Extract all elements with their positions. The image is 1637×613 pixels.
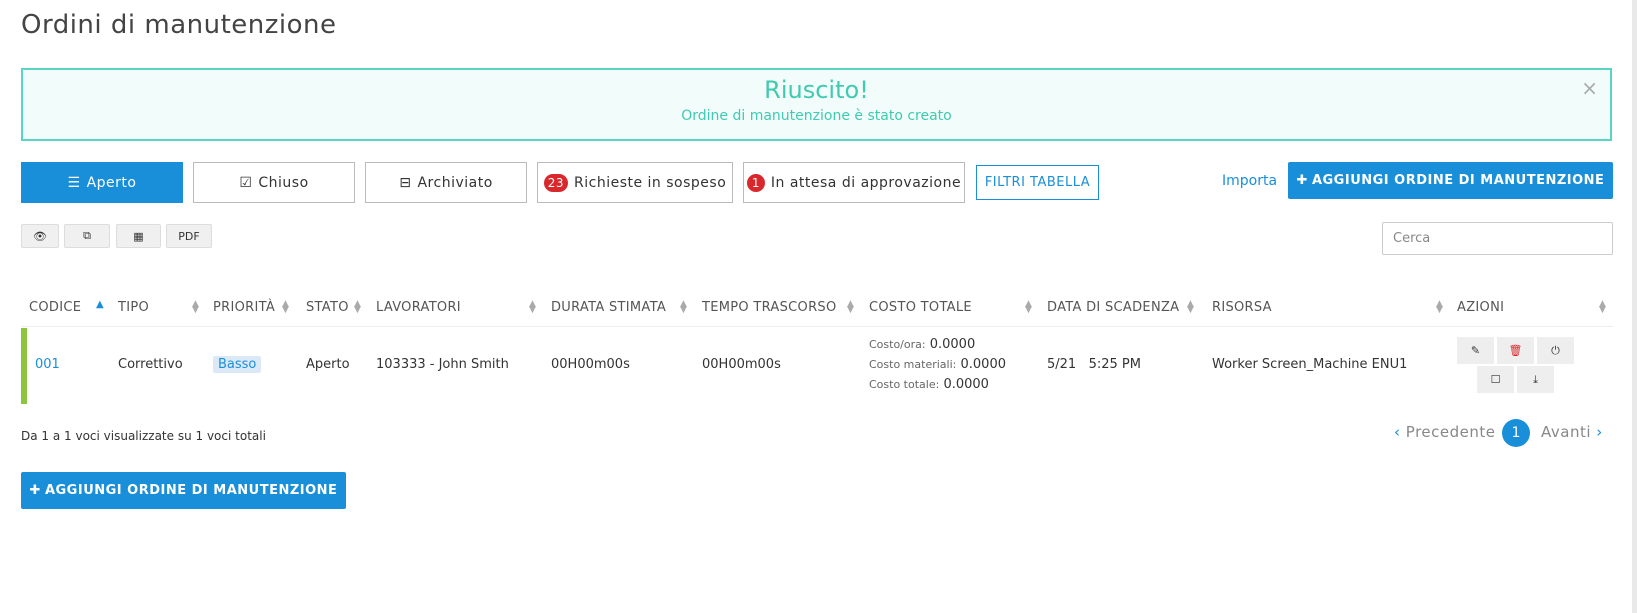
success-alert: Riuscito! Ordine di manutenzione è stato…	[21, 68, 1612, 141]
column-header-lavoratori[interactable]: LAVORATORI	[376, 300, 461, 315]
cost-value: 0.0000	[929, 337, 976, 352]
chevron-left-icon: ‹	[1394, 423, 1401, 441]
chevron-right-icon: ›	[1596, 423, 1603, 441]
tab-richieste-in-sospeso[interactable]: 23 Richieste in sospeso	[537, 162, 733, 203]
due-date: 5/21 5:25 PM	[1047, 357, 1141, 372]
priority-badge: Basso	[213, 356, 262, 373]
power-button[interactable]: ⏻	[1537, 337, 1574, 364]
column-header-stato[interactable]: STATO	[306, 300, 349, 315]
due-date-time: 5:25 PM	[1088, 357, 1141, 372]
pagination-page-current[interactable]: 1	[1502, 419, 1530, 447]
select-button[interactable]: ☐	[1477, 366, 1514, 393]
check-square-icon: ☑	[239, 174, 253, 191]
tab-label: Archiviato	[417, 174, 493, 191]
column-header-durata-stimata[interactable]: DURATA STIMATA	[551, 300, 666, 315]
tab-label: Richieste in sospeso	[574, 174, 727, 191]
plus-icon: ✚	[1296, 173, 1308, 188]
order-status: Aperto	[306, 357, 350, 372]
add-maintenance-order-button[interactable]: ✚ AGGIUNGI ORDINE DI MANUTENZIONE	[1288, 162, 1613, 199]
count-badge: 23	[543, 173, 568, 192]
button-label: AGGIUNGI ORDINE DI MANUTENZIONE	[44, 483, 338, 498]
page-title: Ordini di manutenzione	[21, 10, 337, 40]
pagination-previous[interactable]: ‹ Precedente	[1394, 423, 1495, 441]
excel-export-button[interactable]: ▦	[116, 224, 161, 248]
resource-name: Worker Screen_Machine ENU1	[1212, 357, 1408, 372]
column-header-data-di-scadenza[interactable]: DATA DI SCADENZA	[1047, 300, 1179, 315]
eye-icon: 👁	[33, 229, 47, 243]
column-header-risorsa[interactable]: RISORSA	[1212, 300, 1272, 315]
close-icon[interactable]: ×	[1581, 76, 1598, 100]
list-icon: ☰	[67, 174, 81, 191]
page-scrollbar[interactable]	[1632, 0, 1637, 613]
count-badge: 1	[746, 173, 765, 192]
sort-icon[interactable]: ▲ ▼	[847, 300, 854, 315]
column-header-costo-totale[interactable]: COSTO TOTALE	[869, 300, 972, 315]
header-divider	[21, 326, 1613, 327]
sort-icon[interactable]: ▲ ▼	[354, 300, 361, 315]
cost-per-hour: Costo/ora: 0.0000	[869, 337, 975, 352]
tab-in-attesa-di-approvazione[interactable]: 1 In attesa di approvazione	[743, 162, 965, 203]
tab-label: In attesa di approvazione	[770, 174, 962, 191]
alert-message: Ordine di manutenzione è stato creato	[681, 108, 952, 124]
download-icon: ⤓	[1533, 372, 1538, 386]
import-link[interactable]: Importa	[1222, 173, 1277, 189]
sort-icon[interactable]: ▲ ▼	[529, 300, 536, 315]
download-button[interactable]: ⤓	[1517, 366, 1554, 393]
tab-label: Aperto	[86, 174, 137, 191]
cost-total: Costo totale: 0.0000	[869, 377, 989, 392]
table-filters-button[interactable]: FILTRI TABELLA	[976, 165, 1099, 200]
tab-aperto[interactable]: ☰ Aperto	[21, 162, 183, 203]
sort-icon[interactable]: ▲ ▼	[680, 300, 687, 315]
sort-icon[interactable]: ▲ ▼	[1599, 300, 1606, 315]
pdf-export-button[interactable]: PDF	[166, 224, 212, 248]
sort-icon[interactable]: ▲ ▼	[1187, 300, 1194, 315]
order-code-link[interactable]: 001	[35, 357, 60, 372]
column-header-tipo[interactable]: TIPO	[118, 300, 149, 315]
sort-icon[interactable]: ▲ ▼	[192, 300, 199, 315]
elapsed-time: 00H00m00s	[702, 357, 781, 372]
estimated-duration: 00H00m00s	[551, 357, 630, 372]
square-icon: ☐	[1490, 373, 1501, 386]
sort-icon[interactable]: ▲ ▼	[282, 300, 289, 315]
column-visibility-button[interactable]: 👁	[21, 224, 59, 248]
row-status-accent	[21, 328, 27, 404]
table-icon: ▦	[133, 229, 144, 243]
copy-button[interactable]: ⧉	[64, 224, 110, 248]
pagination-next[interactable]: Avanti ›	[1541, 423, 1603, 441]
edit-button[interactable]: ✎	[1457, 337, 1494, 364]
next-label: Avanti	[1541, 423, 1592, 441]
trash-icon: 🗑	[1508, 344, 1523, 357]
sort-icon[interactable]: ▲ ▼	[1436, 300, 1443, 315]
tab-chiuso[interactable]: ☑ Chiuso	[193, 162, 355, 203]
plus-icon: ✚	[29, 483, 41, 498]
inbox-icon: ⊟	[399, 174, 412, 191]
cost-label: Costo/ora:	[869, 338, 926, 351]
alert-title: Riuscito!	[764, 76, 869, 104]
column-header-priorita[interactable]: PRIORITÀ	[213, 300, 275, 315]
cost-materials: Costo materiali: 0.0000	[869, 357, 1006, 372]
add-maintenance-order-button-bottom[interactable]: ✚ AGGIUNGI ORDINE DI MANUTENZIONE	[21, 472, 346, 509]
order-workers: 103333 - John Smith	[376, 357, 509, 372]
search-input[interactable]	[1382, 222, 1613, 255]
previous-label: Precedente	[1405, 423, 1496, 441]
column-header-azioni[interactable]: AZIONI	[1457, 300, 1504, 315]
cost-value: 0.0000	[960, 357, 1007, 372]
column-header-tempo-trascorso[interactable]: TEMPO TRASCORSO	[702, 300, 837, 315]
sort-ascending-icon[interactable]: ▲	[96, 299, 104, 310]
tab-label: Chiuso	[258, 174, 309, 191]
cost-label: Costo materiali:	[869, 358, 957, 371]
tab-archiviato[interactable]: ⊟ Archiviato	[365, 162, 527, 203]
cost-value: 0.0000	[943, 377, 989, 392]
column-header-codice[interactable]: CODICE	[29, 300, 81, 315]
power-icon: ⏻	[1551, 343, 1560, 357]
button-label: AGGIUNGI ORDINE DI MANUTENZIONE	[1311, 173, 1605, 188]
order-type: Correttivo	[118, 357, 183, 372]
due-date-day: 5/21	[1047, 357, 1077, 372]
sort-icon[interactable]: ▲ ▼	[1025, 300, 1032, 315]
delete-button[interactable]: 🗑	[1497, 337, 1534, 364]
copy-icon: ⧉	[83, 229, 91, 242]
cost-label: Costo totale:	[869, 378, 940, 391]
table-info: Da 1 a 1 voci visualizzate su 1 voci tot…	[21, 429, 266, 443]
edit-icon: ✎	[1470, 344, 1481, 357]
